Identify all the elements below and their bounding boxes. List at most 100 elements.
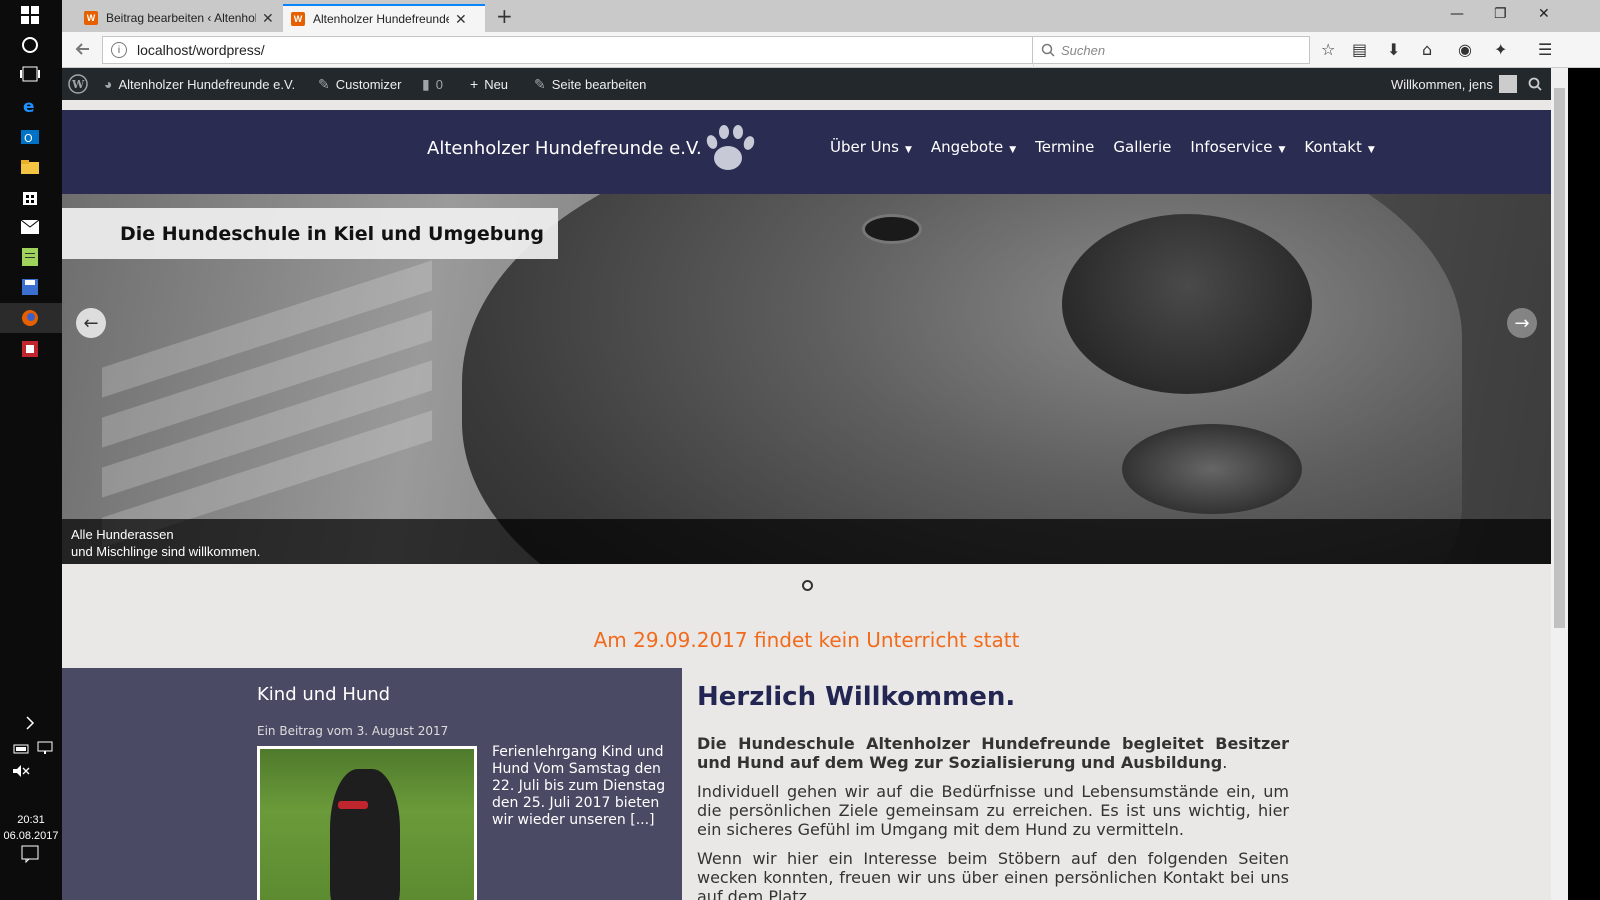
firefox-icon[interactable] [19,307,41,329]
browser-tab-bar: W Beitrag bearbeiten ‹ Altenholzer Hunde… [62,0,1600,32]
menu-item-infoservice[interactable]: Infoservice ▼ [1190,138,1285,156]
wordpress-logo-icon[interactable]: W [68,68,88,100]
search-placeholder: Suchen [1061,42,1106,58]
clock-time: 20:31 [17,814,45,826]
battery-icon[interactable] [10,737,32,759]
post-thumbnail[interactable] [257,746,477,900]
file-explorer-icon[interactable] [19,156,41,178]
admin-search-icon[interactable] [1528,68,1542,100]
caret-down-icon: ▼ [1009,145,1017,155]
dog-photo-snout [1062,214,1312,394]
close-tab-icon[interactable]: ✕ [262,10,274,27]
pocket-icon[interactable]: ◉ [1458,40,1472,59]
dog-collar [338,801,368,809]
tab-title: Altenholzer Hundefreunde e.V. [313,12,449,26]
action-center-icon[interactable] [19,843,41,865]
new-tab-plus-icon[interactable]: + [496,4,513,28]
task-view-icon[interactable] [19,63,41,85]
slider-prev-arrow-icon[interactable]: ← [76,308,106,338]
outlook-icon[interactable]: O [19,126,41,148]
menu-item-kontakt[interactable]: Kontakt ▼ [1304,138,1374,156]
browser-tab-active[interactable]: W Altenholzer Hundefreunde e.V. ✕ [283,4,485,32]
dashboard-icon: ◕ [104,76,113,92]
welcome-lead-bold: Die Hundeschule Altenholzer Hundefreunde… [697,734,1289,772]
back-arrow-icon[interactable] [74,40,92,62]
home-icon[interactable]: ⌂ [1422,40,1432,59]
wordpress-favicon-icon: W [84,11,98,25]
user-account-link[interactable]: Willkommen, jens [1391,68,1517,100]
caption-line: und Mischlinge sind willkommen. [71,544,261,559]
featured-post: Kind und Hund Ein Beitrag vom 3. August … [62,668,682,900]
dog-photo-lip [1122,424,1302,514]
caret-down-icon: ▼ [904,145,912,155]
notepad-icon[interactable] [19,246,41,268]
network-icon[interactable] [34,737,56,759]
welcome-section: Herzlich Willkommen. Die Hundeschule Alt… [697,682,1289,900]
menu-item-termine[interactable]: Termine [1035,138,1094,156]
cortana-icon[interactable] [19,34,41,56]
brush-icon: ✎ [318,75,330,92]
close-tab-icon[interactable]: ✕ [455,11,467,28]
menu-item-angebote[interactable]: Angebote ▼ [931,138,1016,156]
minimize-window-icon[interactable]: — [1450,6,1464,22]
scrollbar-thumb[interactable] [1554,88,1565,628]
site-title[interactable]: Altenholzer Hundefreunde e.V. [427,138,702,159]
windows-start-icon[interactable] [19,4,41,26]
browser-navigation-bar: i localhost/wordpress/ ⟳ Suchen ☆ ▤ ⬇ ⌂ … [62,32,1600,69]
caret-down-icon: ▼ [1367,145,1375,155]
menu-label: Gallerie [1113,138,1172,156]
menu-item-ueber-uns[interactable]: Über Uns ▼ [830,138,912,156]
post-title[interactable]: Kind und Hund [257,684,390,705]
browser-tab[interactable]: W Beitrag bearbeiten ‹ Altenholzer Hunde… [76,4,294,32]
close-window-icon[interactable]: ✕ [1538,6,1550,22]
page-scrollbar[interactable] [1551,68,1568,900]
system-clock[interactable]: 20:31 06.08.2017 [0,812,62,844]
post-meta: Ein Beitrag vom 3. August 2017 [257,724,449,738]
page-info-icon[interactable]: i [111,42,127,58]
app-icon[interactable] [19,338,41,360]
bookmark-star-icon[interactable]: ☆ [1321,40,1335,59]
url-text: localhost/wordpress/ [137,42,265,58]
welcome-lead: Die Hundeschule Altenholzer Hundefreunde… [697,734,1289,772]
hamburger-menu-icon[interactable]: ☰ [1538,40,1552,59]
page-viewport: W ◕ Altenholzer Hundefreunde e.V. ✎ Cust… [62,68,1551,900]
menu-item-gallerie[interactable]: Gallerie [1113,138,1171,156]
edit-page-link[interactable]: ✎ Seite bearbeiten [534,68,646,100]
clock-date: 06.08.2017 [3,830,59,842]
url-bar[interactable]: i localhost/wordpress/ ⟳ [102,36,1055,69]
slider-next-arrow-icon[interactable]: → [1507,308,1537,338]
customizer-label: Customizer [335,76,402,92]
post-excerpt: Ferienlehrgang Kind und Hund Vom Samstag… [492,744,666,828]
show-hidden-icons-chevron-icon[interactable] [19,712,41,734]
extension-icon[interactable]: ✦ [1494,40,1507,59]
admin-site-name-link[interactable]: ◕ Altenholzer Hundefreunde e.V. [104,68,295,100]
screen-edge [1568,68,1600,900]
volume-muted-icon[interactable] [10,760,32,782]
slide-tagline: Die Hundeschule in Kiel und Umgebung [62,208,558,259]
dog-on-grass-image [260,749,474,900]
pencil-icon: ✎ [534,75,546,92]
bookmarks-library-icon[interactable]: ▤ [1352,40,1367,59]
edge-icon[interactable]: e [19,95,41,117]
customizer-link[interactable]: ✎ Customizer [318,68,401,100]
restore-window-icon[interactable]: ❐ [1494,6,1507,22]
comments-link[interactable]: ▮ 0 [422,68,443,100]
comment-bubble-icon: ▮ [422,75,430,92]
store-icon[interactable] [19,186,41,208]
paw-logo-icon[interactable] [698,116,762,180]
avatar [1498,75,1517,93]
caret-down-icon: ▼ [1278,145,1286,155]
admin-site-name: Altenholzer Hundefreunde e.V. [118,76,296,92]
svg-text:O: O [24,132,33,145]
downloads-icon[interactable]: ⬇ [1387,40,1400,59]
edit-page-label: Seite bearbeiten [551,76,647,92]
welcome-lead-end: . [1222,753,1228,772]
mail-icon[interactable] [19,216,41,238]
menu-label: Angebote [930,138,1004,156]
search-bar[interactable]: Suchen [1032,36,1310,64]
main-menu: Über Uns ▼ Angebote ▼ Termine Gallerie Inf… [830,138,1394,156]
save-app-icon[interactable] [19,276,41,298]
slider-pagination-dot[interactable] [802,580,813,591]
new-content-link[interactable]: + Neu [470,68,508,100]
search-icon [1041,43,1055,57]
